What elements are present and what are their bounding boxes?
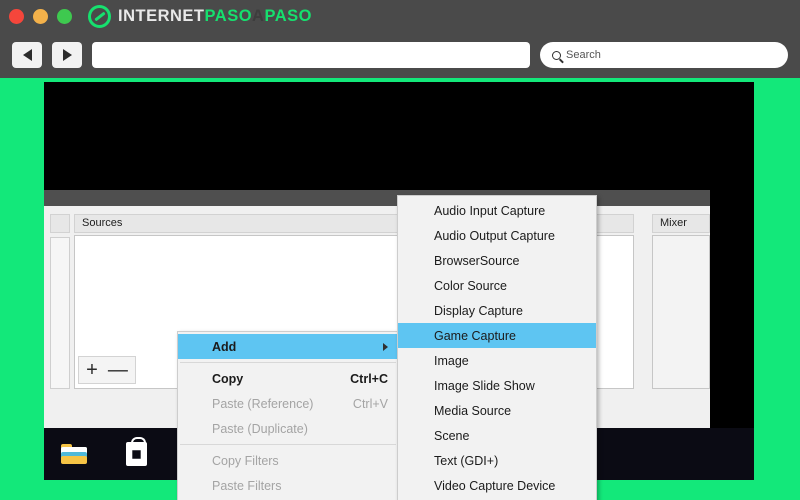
menu-item-add[interactable]: Add	[178, 334, 398, 359]
menu-item-separator	[180, 362, 396, 363]
microsoft-store-icon	[125, 437, 147, 466]
logo-text-part2: PASO	[204, 6, 253, 25]
browser-toolbar: Search	[0, 32, 800, 78]
minimize-window-button[interactable]	[33, 8, 48, 24]
address-bar-input[interactable]	[92, 42, 530, 68]
submenu-item-label: Audio Input Capture	[434, 203, 546, 218]
menu-item-label: Paste Filters	[212, 478, 282, 493]
sources-toolbar: + —	[78, 356, 136, 384]
menu-item-label: Copy	[212, 371, 244, 386]
mixer-list[interactable]	[652, 235, 710, 389]
search-input[interactable]: Search	[540, 42, 788, 68]
search-icon	[552, 50, 561, 60]
forward-arrow-icon	[62, 49, 72, 61]
menu-item-shortcut: Ctrl+C	[350, 371, 388, 386]
scenes-dock-title	[50, 214, 70, 233]
mixer-dock: Mixer	[652, 214, 710, 233]
submenu-item-text-gdi[interactable]: Text (GDI+)	[398, 448, 596, 473]
submenu-item-browsersource[interactable]: BrowserSource	[398, 248, 596, 273]
submenu-item-label: Image Slide Show	[434, 378, 535, 393]
chevron-right-icon	[383, 342, 388, 351]
submenu-item-image-slide-show[interactable]: Image Slide Show	[398, 373, 596, 398]
file-explorer-icon	[61, 444, 87, 464]
menu-item-paste-duplicate: Paste (Duplicate)	[178, 416, 398, 441]
submenu-item-label: Color Source	[434, 278, 507, 293]
close-window-button[interactable]	[9, 8, 24, 24]
back-arrow-icon	[22, 49, 32, 61]
submenu-item-scene[interactable]: Scene	[398, 423, 596, 448]
menu-item-copy-filters: Copy Filters	[178, 448, 398, 473]
submenu-item-image[interactable]: Image	[398, 348, 596, 373]
sources-context-menu[interactable]: Add Copy Ctrl+C Paste (Reference) Ctrl+V Past…	[177, 331, 399, 500]
submenu-item-label: Image	[434, 353, 469, 368]
logo-text-part1: INTERNET	[118, 6, 205, 25]
mixer-dock-title: Mixer	[652, 214, 710, 233]
submenu-item-media-source[interactable]: Media Source	[398, 398, 596, 423]
page-root: INTERNETPASOAPASO Search Sources Mixer +…	[0, 0, 800, 500]
menu-item-label: Add	[212, 339, 237, 354]
submenu-item-label: Media Source	[434, 403, 512, 418]
menu-item-paste-filters: Paste Filters	[178, 473, 398, 498]
submenu-item-label: Scene	[434, 428, 470, 443]
submenu-item-audio-input-capture[interactable]: Audio Input Capture	[398, 198, 596, 223]
taskbar-item-microsoft-store[interactable]	[116, 432, 156, 476]
menu-item-paste-reference: Paste (Reference) Ctrl+V	[178, 391, 398, 416]
menu-item-label: Paste (Reference)	[212, 396, 314, 411]
add-source-button[interactable]: +	[86, 360, 98, 380]
submenu-item-audio-output-capture[interactable]: Audio Output Capture	[398, 223, 596, 248]
menu-item-shortcut: Ctrl+V	[352, 396, 388, 411]
submenu-item-label: Display Capture	[434, 303, 523, 318]
remove-source-button[interactable]: —	[108, 360, 128, 380]
add-source-submenu[interactable]: Audio Input Capture Audio Output Capture B…	[397, 195, 597, 500]
site-logo[interactable]: INTERNETPASOAPASO	[88, 4, 312, 28]
embedded-screenshot: Sources Mixer + — Add Copy Ctrl+C Paste …	[44, 82, 754, 500]
menu-item-label: Copy Filters	[212, 453, 279, 468]
taskbar-item-file-explorer[interactable]	[54, 432, 94, 476]
submenu-item-game-capture[interactable]: Game Capture	[398, 323, 596, 348]
submenu-item-label: BrowserSource	[434, 253, 520, 268]
logo-text-part3: A	[252, 6, 265, 25]
forward-button[interactable]	[52, 42, 82, 68]
logo-text-part4: PASO	[264, 6, 313, 25]
menu-item-label: Paste (Duplicate)	[212, 421, 308, 436]
site-logo-text: INTERNETPASOAPASO	[118, 7, 312, 26]
browser-titlebar: INTERNETPASOAPASO	[0, 0, 800, 32]
submenu-item-label: Text (GDI+)	[434, 453, 499, 468]
submenu-item-display-capture[interactable]: Display Capture	[398, 298, 596, 323]
maximize-window-button[interactable]	[57, 8, 72, 24]
back-button[interactable]	[12, 42, 42, 68]
submenu-item-color-source[interactable]: Color Source	[398, 273, 596, 298]
internet-paso-a-paso-logo-icon	[88, 4, 111, 28]
obs-window-titlebar	[44, 190, 710, 206]
menu-item-separator	[180, 444, 396, 445]
search-placeholder: Search	[566, 49, 601, 61]
menu-item-copy[interactable]: Copy Ctrl+C	[178, 366, 398, 391]
submenu-item-label: Game Capture	[434, 328, 516, 343]
submenu-item-label: Audio Output Capture	[434, 228, 555, 243]
window-controls	[9, 8, 72, 24]
submenu-item-label: Video Capture Device	[434, 478, 556, 493]
submenu-item-video-capture-device[interactable]: Video Capture Device	[398, 473, 596, 498]
scenes-dock-list[interactable]	[50, 237, 70, 389]
